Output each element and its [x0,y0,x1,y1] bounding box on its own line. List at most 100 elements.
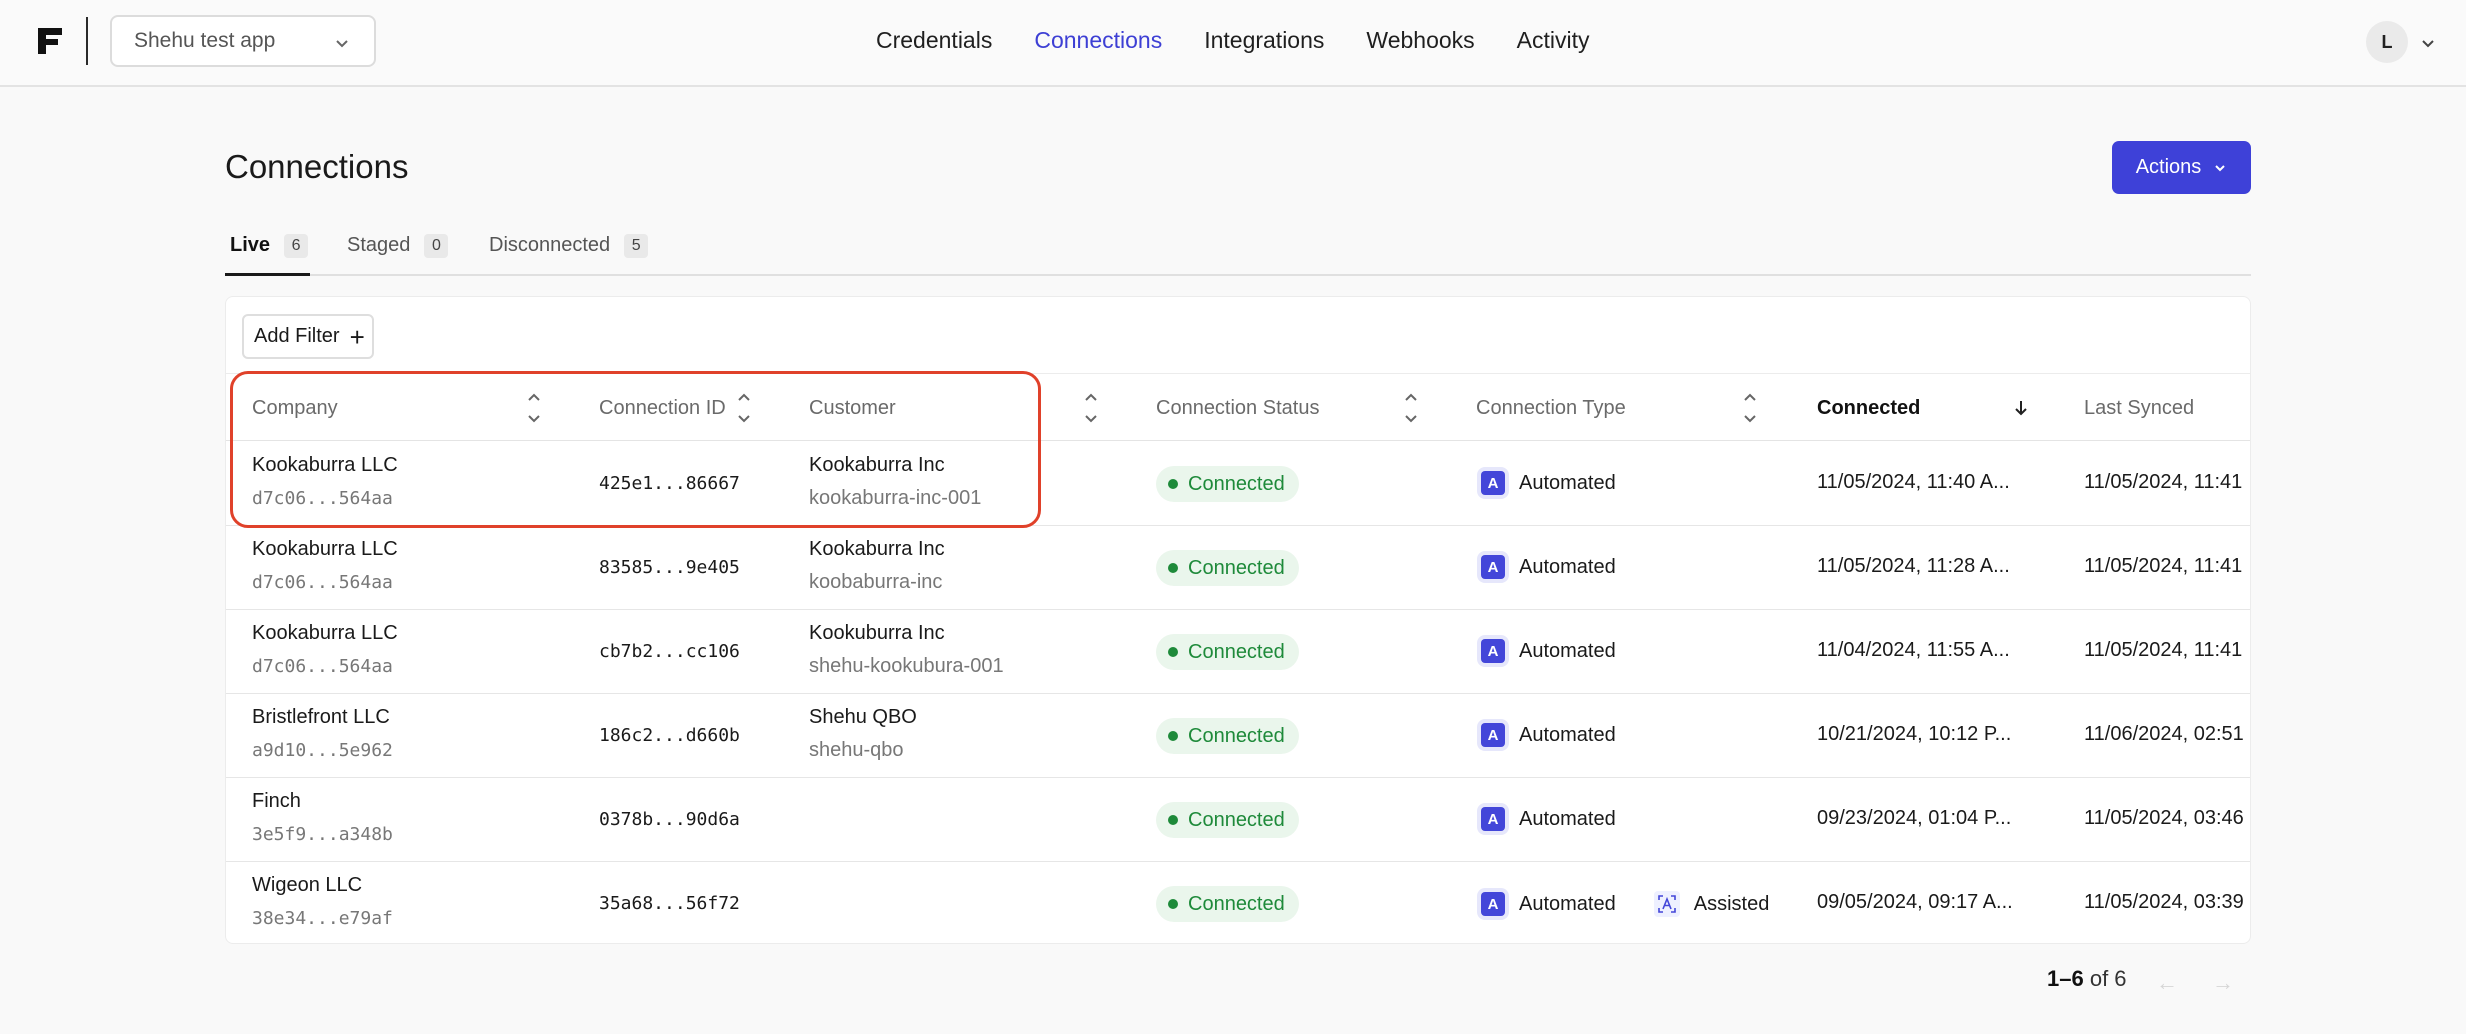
table-row[interactable]: Wigeon LLC 38e34...e79af 35a68...56f72 C… [226,862,2250,943]
customer-id: koobaburra-inc [809,571,943,593]
customer-name: Shehu QBO [809,706,917,728]
status-dot [1168,815,1178,825]
status-dot [1168,479,1178,489]
tab-staged[interactable]: Staged 0 [347,234,449,276]
customer-name: Kookaburra Inc [809,454,945,476]
connection-type: A Automated Assisted [1481,891,1769,917]
add-filter-label: Add Filter [254,325,340,347]
avatar[interactable]: L [2366,21,2408,63]
add-filter-button[interactable]: Add Filter + [242,314,374,359]
previous-page-arrow-icon[interactable]: ← [2156,970,2178,996]
app-selector[interactable]: Shehu test app [110,15,376,67]
connected-date: 09/23/2024, 01:04 P... [1817,807,2012,829]
assisted-label: Assisted [1693,892,1770,915]
table-row[interactable]: Finch 3e5f9...a348b 0378b...90d6a Connec… [226,778,2250,862]
connection-type-label: Automated [1519,555,1616,578]
status-badge: Connected [1156,718,1299,754]
company-id: d7c06...564aa [252,572,393,593]
finch-logo[interactable] [36,26,64,56]
last-synced-date: 11/06/2024, 02:51 [2084,723,2244,745]
column-header-customer[interactable]: Customer [809,374,896,442]
connection-type-label: Automated [1519,807,1616,830]
tab-count: 6 [284,234,309,258]
status-text: Connected [1188,892,1285,915]
column-header-connection-id[interactable]: Connection ID [599,374,726,442]
table-row[interactable]: Kookaburra LLC d7c06...564aa cb7b2...cc1… [226,610,2250,694]
column-header-connection-type[interactable]: Connection Type [1476,374,1626,442]
table-row[interactable]: Kookaburra LLC d7c06...564aa 83585...9e4… [226,526,2250,610]
column-header-connected[interactable]: Connected [1817,374,1920,442]
connection-id: 83585...9e405 [599,557,740,578]
arrow-down-icon[interactable] [2013,399,2029,417]
connected-date: 10/21/2024, 10:12 P... [1817,723,2012,745]
status-text: Connected [1188,640,1285,663]
status-dot [1168,899,1178,909]
connection-tabs: Live 6 Staged 0 Disconnected 5 [225,228,2251,276]
connection-type-label: Automated [1519,892,1616,915]
last-synced-date: 11/05/2024, 11:41 [2084,555,2243,577]
actions-button[interactable]: Actions [2112,141,2251,194]
tab-count: 5 [624,234,649,258]
company-name: Wigeon LLC [252,874,363,896]
automated-icon: A [1481,892,1505,916]
status-badge: Connected [1156,802,1299,838]
sort-icon[interactable] [736,390,752,426]
customer-id: shehu-qbo [809,739,904,761]
nav-activity[interactable]: Activity [1517,27,1590,54]
company-id: 3e5f9...a348b [252,824,393,845]
last-synced-date: 11/05/2024, 11:41 [2084,639,2243,661]
connection-type-label: Automated [1519,471,1616,494]
company-id: d7c06...564aa [252,656,393,677]
connection-id: 0378b...90d6a [599,809,740,830]
company-id: d7c06...564aa [252,488,393,509]
nav-credentials[interactable]: Credentials [876,27,992,54]
connection-type: A Automated [1481,555,1616,579]
pagination-info: 1–6 of 6 [2047,966,2127,992]
connection-type: A Automated [1481,639,1616,663]
sort-icon[interactable] [526,390,542,426]
column-header-connection-status[interactable]: Connection Status [1156,374,1319,442]
chevron-down-icon[interactable] [2420,36,2436,52]
automated-icon: A [1481,807,1505,831]
page-title: Connections [225,148,409,185]
company-name: Finch [252,790,301,812]
status-dot [1168,647,1178,657]
top-bar: Shehu test app Credentials Connections I… [0,0,2466,87]
automated-icon: A [1481,471,1505,495]
connection-id: 35a68...56f72 [599,893,740,914]
company-name: Bristlefront LLC [252,706,390,728]
tab-live[interactable]: Live 6 [225,234,310,276]
table-row[interactable]: Bristlefront LLC a9d10...5e962 186c2...d… [226,694,2250,778]
connection-type: A Automated [1481,723,1616,747]
nav-webhooks[interactable]: Webhooks [1366,27,1474,54]
sort-icon[interactable] [1403,390,1419,426]
connection-id: 425e1...86667 [599,473,740,494]
last-synced-date: 11/05/2024, 11:41 [2084,471,2243,493]
status-text: Connected [1188,556,1285,579]
sort-icon[interactable] [1083,390,1099,426]
connections-table-card: Add Filter + Company Connection ID Custo… [225,296,2251,944]
chevron-down-icon [336,40,348,48]
connection-type: A Automated [1481,471,1616,495]
connected-date: 09/05/2024, 09:17 A... [1817,891,2013,913]
column-header-company[interactable]: Company [252,374,338,442]
nav-integrations[interactable]: Integrations [1204,27,1324,54]
table-row[interactable]: Kookaburra LLC d7c06...564aa 425e1...866… [226,442,2250,526]
sort-icon[interactable] [1742,390,1758,426]
connected-date: 11/05/2024, 11:40 A... [1817,471,2010,493]
column-header-last-synced[interactable]: Last Synced [2084,374,2194,442]
tab-disconnected[interactable]: Disconnected 5 [489,234,649,276]
next-page-arrow-icon[interactable]: → [2212,970,2234,996]
actions-button-label: Actions [2135,156,2202,178]
company-id: a9d10...5e962 [252,740,393,761]
customer-id: shehu-kookubura-001 [809,655,1004,677]
status-badge: Connected [1156,550,1299,586]
status-dot [1168,563,1178,573]
customer-name: Kookaburra Inc [809,538,945,560]
status-badge: Connected [1156,466,1299,502]
tab-label: Live [230,234,271,256]
app-selector-label: Shehu test app [134,29,276,52]
divider [86,17,88,65]
nav-connections[interactable]: Connections [1034,27,1162,54]
automated-icon: A [1481,723,1505,747]
